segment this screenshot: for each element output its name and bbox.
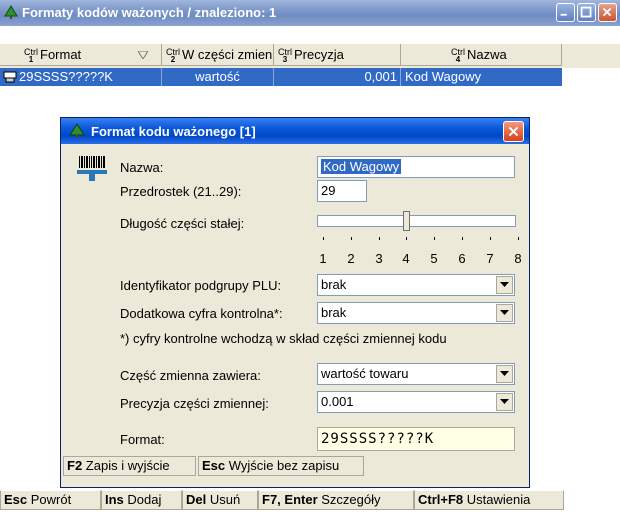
app-tree-icon — [69, 123, 85, 138]
ctrl-hint: Ctrl 1 — [24, 46, 38, 64]
close-button[interactable] — [598, 3, 617, 22]
slider-tick-label: 8 — [514, 251, 522, 266]
slider-tick-label: 7 — [486, 251, 494, 266]
slider-tick — [351, 237, 352, 240]
precision-label: Precyzja części zmiennej: — [120, 396, 269, 411]
sort-down-icon — [138, 51, 148, 59]
scale-icon — [3, 71, 17, 83]
ctrl-hint: Ctrl 2 — [166, 46, 180, 64]
close-icon — [602, 7, 612, 17]
ctrl-hint: Ctrl 3 — [278, 46, 292, 64]
cell-format: 29SSSS?????K — [0, 68, 162, 86]
minimize-button[interactable] — [556, 3, 575, 22]
status-bar: Esc Powrót Ins Dodaj Del Usuń F7, Enter … — [0, 490, 620, 510]
length-label: Długość części stałej: — [120, 216, 245, 231]
slider-tick-label: 3 — [375, 251, 383, 266]
column-header-row: Ctrl 1 Format Ctrl 2 W części zmien Ctrl 3 Pre… — [0, 44, 620, 68]
slider-tick-label: 5 — [430, 251, 438, 266]
settings-button[interactable]: Ctrl+F8 Ustawienia — [414, 490, 564, 510]
prefix-input[interactable]: 29 — [317, 180, 367, 202]
barcode-scale-icon — [77, 156, 107, 181]
chevron-down-icon[interactable] — [496, 393, 513, 411]
plu-label: Identyfikator podgrupy PLU: — [120, 278, 282, 293]
chevron-down-icon[interactable] — [496, 276, 513, 294]
slider-track — [317, 215, 516, 227]
table-row[interactable]: 29SSSS?????K wartość 0,001 Kod Wagowy — [0, 68, 562, 86]
ctrl-hint: Ctrl 4 — [451, 46, 465, 64]
close-icon — [508, 126, 519, 137]
column-label: W części zmien — [182, 47, 273, 62]
main-title: Formaty kodów ważonych / znaleziono: 1 — [22, 5, 277, 20]
chevron-down-icon[interactable] — [496, 365, 513, 383]
format-dialog: Format kodu ważonego [1] Nazwa: Kod Wago… — [60, 117, 530, 488]
save-exit-button[interactable]: F2 Zapis i wyjście — [63, 456, 196, 476]
name-input[interactable]: Kod Wagowy — [317, 156, 515, 178]
cell-precision: 0,001 — [274, 68, 401, 86]
slider-tick-label: 2 — [347, 251, 355, 266]
minimize-icon — [560, 13, 567, 16]
name-label: Nazwa: — [120, 160, 164, 175]
variable-part-select[interactable]: wartość towaru — [317, 363, 515, 385]
slider-tick — [490, 237, 491, 240]
column-name[interactable]: Ctrl 4 Nazwa — [401, 44, 562, 66]
check-digit-note: *) cyfry kontrolne wchodzą w skład częśc… — [120, 331, 447, 346]
slider-tick — [323, 237, 324, 240]
format-field: 29SSSS?????K — [317, 427, 515, 451]
exit-no-save-button[interactable]: Esc Wyjście bez zapisu — [198, 456, 364, 476]
slider-tick — [406, 237, 407, 240]
slider-tick — [379, 237, 380, 240]
chevron-down-icon[interactable] — [496, 304, 513, 322]
variable-part-label: Część zmienna zawiera: — [120, 368, 261, 383]
add-button[interactable]: Ins Dodaj — [101, 490, 182, 510]
slider-thumb[interactable] — [403, 211, 410, 231]
slider-tick-label: 6 — [458, 251, 466, 266]
dialog-title-bar[interactable]: Format kodu ważonego [1] — [61, 118, 529, 144]
slider-tick-label: 1 — [319, 251, 327, 266]
details-button[interactable]: F7, Enter Szczegóły — [258, 490, 414, 510]
dialog-title: Format kodu ważonego [1] — [91, 124, 256, 139]
column-format[interactable]: Ctrl 1 Format — [0, 44, 162, 66]
dialog-close-button[interactable] — [503, 121, 524, 142]
column-label: Precyzja — [294, 47, 344, 62]
column-part[interactable]: Ctrl 2 W części zmien — [162, 44, 274, 66]
format-label: Format: — [120, 432, 165, 447]
column-label: Format — [40, 47, 82, 62]
maximize-button[interactable] — [577, 3, 596, 22]
check-digit-select[interactable]: brak — [317, 302, 515, 324]
check-digit-label: Dodatkowa cyfra kontrolna*: — [120, 306, 283, 321]
column-label: Nazwa — [467, 47, 507, 62]
delete-button[interactable]: Del Usuń — [182, 490, 258, 510]
prefix-label: Przedrostek (21..29): — [120, 184, 242, 199]
slider-tick — [518, 237, 519, 240]
cell-part: wartość — [162, 68, 274, 86]
main-title-bar[interactable]: Formaty kodów ważonych / znaleziono: 1 — [0, 0, 620, 26]
main-window: Formaty kodów ważonych / znaleziono: 1 C… — [0, 0, 620, 513]
slider-tick — [462, 237, 463, 240]
precision-select[interactable]: 0.001 — [317, 391, 515, 413]
cell-name: Kod Wagowy — [405, 69, 482, 84]
app-tree-icon — [4, 5, 18, 19]
slider-tick-label: 4 — [402, 251, 410, 266]
column-precision[interactable]: Ctrl 3 Precyzja — [274, 44, 401, 66]
back-button[interactable]: Esc Powrót — [0, 490, 101, 510]
slider-tick — [434, 237, 435, 240]
plu-select[interactable]: brak — [317, 274, 515, 296]
maximize-icon — [580, 6, 592, 18]
